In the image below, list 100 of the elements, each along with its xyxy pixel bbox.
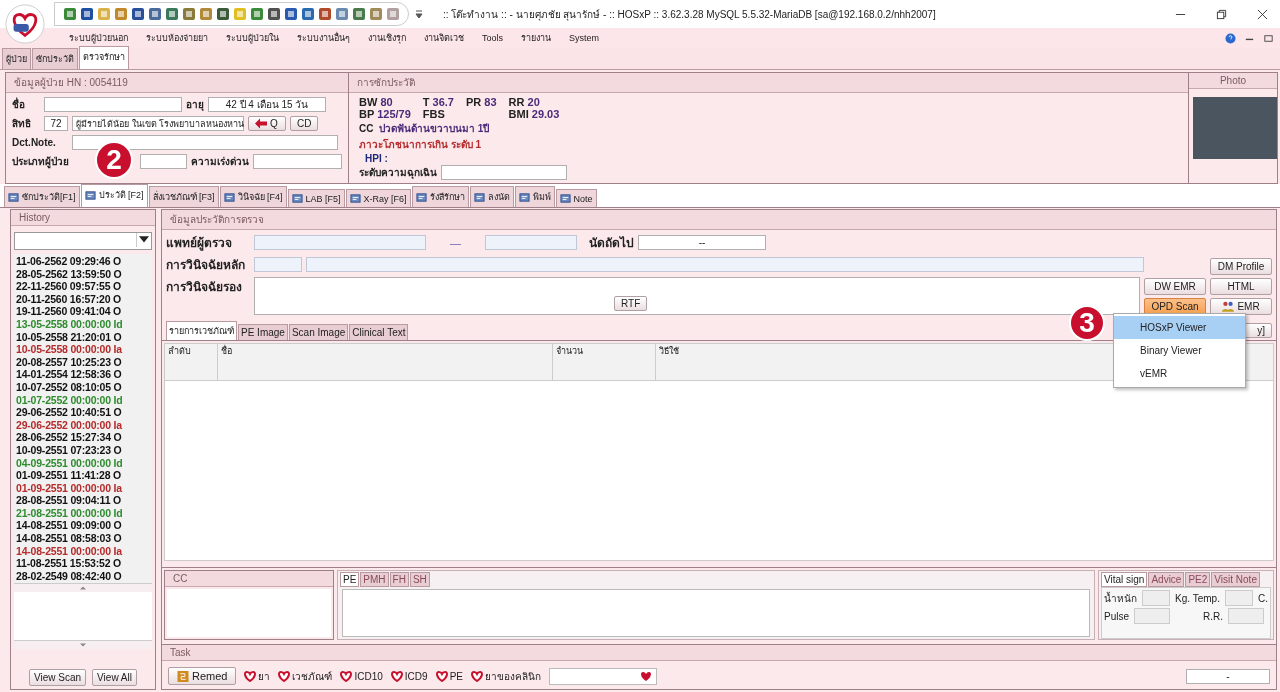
restore-icon[interactable]	[1216, 8, 1227, 20]
vital-tab[interactable]: Vital sign	[1101, 572, 1148, 587]
toolbar-icon[interactable]	[216, 7, 230, 21]
visit-tab[interactable]: วินิจฉัย [F4]	[219, 186, 287, 207]
patient-type-field[interactable]	[139, 154, 187, 169]
toolbar-icon[interactable]	[131, 7, 145, 21]
urgency-field[interactable]	[252, 154, 342, 169]
toolbar-icon[interactable]	[335, 7, 349, 21]
toolbar-icon[interactable]	[284, 7, 298, 21]
toolbar-icon[interactable]	[148, 7, 162, 21]
task-dropdown[interactable]	[548, 667, 657, 685]
close-icon[interactable]	[1257, 8, 1268, 20]
appointment-field[interactable]: --	[638, 235, 766, 250]
history-entry[interactable]: 22-11-2560 09:57:55 O	[16, 280, 150, 293]
history-entry[interactable]: 14-08-2551 08:58:03 O	[16, 532, 150, 545]
menu-item[interactable]: ระบบผู้ป่วยนอก	[60, 31, 137, 45]
history-button[interactable]: View All	[92, 669, 137, 686]
dw-emr-button[interactable]: DW EMR	[1144, 278, 1206, 295]
q-button[interactable]: Q	[248, 116, 286, 131]
rtf-button[interactable]: RTF	[614, 296, 648, 311]
history-entry[interactable]: 01-07-2552 00:00:00 Id	[16, 393, 150, 407]
vital-tab[interactable]: PE2	[1185, 572, 1211, 587]
toolbar-icon[interactable]	[267, 7, 281, 21]
history-entry[interactable]: 04-09-2551 00:00:00 Id	[16, 456, 150, 470]
toolbar-icon[interactable]	[318, 7, 332, 21]
history-entry[interactable]: 20-11-2560 16:57:20 O	[16, 292, 150, 306]
order-tab[interactable]: PE Image	[238, 324, 288, 340]
history-button[interactable]: View Scan	[29, 669, 87, 686]
order-tab[interactable]: Clinical Text	[349, 324, 409, 340]
pe-tab[interactable]: FH	[389, 572, 409, 587]
history-entry[interactable]: 01-09-2551 00:00:00 Ia	[16, 481, 150, 495]
visit-tab[interactable]: LAB [F5]	[287, 189, 345, 207]
visit-tab[interactable]: Note	[555, 189, 597, 207]
module-tab[interactable]: ตรวจรักษา	[79, 46, 129, 69]
column-header[interactable]: ลำดับ	[165, 344, 217, 380]
toolbar-icon[interactable]	[165, 7, 179, 21]
task-value-field[interactable]: -	[1186, 668, 1270, 684]
menu-item[interactable]: HOSxP Viewer	[1114, 316, 1245, 339]
toolbar-icon[interactable]	[182, 7, 196, 21]
history-entry[interactable]: 28-06-2552 15:27:34 O	[16, 431, 150, 444]
toolbar-icon[interactable]	[80, 7, 94, 21]
visit-tab[interactable]: ซักประวัติ[F1]	[4, 186, 80, 207]
scroll-down-icon[interactable]	[80, 643, 86, 648]
dm-profile-button[interactable]: DM Profile	[1210, 258, 1272, 275]
weight-field[interactable]	[1142, 590, 1171, 606]
history-entry[interactable]: 13-05-2558 00:00:00 Id	[16, 317, 150, 331]
diagnosis-code-field[interactable]	[254, 257, 302, 272]
doctor-code-field[interactable]	[485, 235, 577, 250]
visit-tab[interactable]: ประวัติ [F2]	[80, 184, 148, 207]
visit-tab[interactable]: รังสีรักษา	[411, 186, 469, 207]
pulse-field[interactable]	[1134, 608, 1170, 624]
pe-tab[interactable]: PE	[340, 572, 360, 587]
vital-tab[interactable]: Visit Note	[1211, 572, 1260, 587]
history-entry[interactable]: 19-11-2560 09:41:04 O	[16, 305, 150, 318]
menu-item[interactable]: ระบบผู้ป่วยใน	[217, 31, 288, 45]
pe-text-field[interactable]	[342, 589, 1090, 637]
order-tab[interactable]: รายการเวชภัณฑ์	[166, 321, 237, 340]
history-entry[interactable]: 11-06-2562 09:29:46 O	[16, 255, 150, 268]
task-link[interactable]: เวชภัณฑ์	[278, 668, 333, 684]
menu-item[interactable]: รายงาน	[512, 31, 560, 45]
history-entry[interactable]: 10-09-2551 07:23:23 O	[16, 443, 150, 457]
module-tab[interactable]: ซักประวัติ	[32, 48, 78, 69]
visit-tab[interactable]: ลงนัด	[469, 186, 514, 207]
history-entry[interactable]: 10-05-2558 21:20:01 O	[16, 330, 150, 344]
column-header[interactable]: จำนวน	[552, 344, 655, 380]
right-code-field[interactable]: 72	[44, 116, 68, 131]
task-link[interactable]: ยาของคลินิก	[470, 668, 541, 684]
doctor-field[interactable]	[254, 235, 426, 250]
task-link[interactable]: ICD9	[390, 670, 428, 682]
right-name-field[interactable]: ผู้มีรายได้น้อย ในเขต โรงพยาบาลหนองหาน	[72, 116, 244, 131]
history-entry[interactable]: 20-08-2557 10:25:23 O	[16, 355, 150, 369]
column-header[interactable]: ชื่อ	[217, 344, 552, 380]
remed-button[interactable]: Remed	[168, 667, 237, 685]
diagnosis-name-field[interactable]	[306, 257, 1144, 272]
menu-item[interactable]: งานเชิงรุก	[359, 31, 415, 45]
toolbar-icon[interactable]	[301, 7, 315, 21]
history-entry[interactable]: 21-08-2551 00:00:00 Id	[16, 506, 150, 520]
html-button[interactable]: HTML	[1210, 278, 1272, 295]
history-entry[interactable]: 10-07-2552 08:10:05 O	[16, 380, 150, 394]
history-entry[interactable]: 29-06-2552 00:00:00 Ia	[16, 418, 150, 432]
history-filter-dropdown[interactable]	[14, 232, 152, 250]
menu-item[interactable]: ระบบงานอื่นๆ	[288, 31, 359, 45]
vital-tab[interactable]: Advice	[1148, 572, 1185, 587]
history-entry[interactable]: 11-08-2551 15:53:52 O	[16, 557, 150, 570]
visit-tab[interactable]: สั่งเวชภัณฑ์ [F3]	[148, 186, 219, 207]
history-entry[interactable]: 10-05-2558 00:00:00 Ia	[16, 343, 150, 356]
history-entry[interactable]: 14-08-2551 09:09:00 O	[16, 519, 150, 533]
task-link[interactable]: ยา	[244, 668, 271, 684]
toolbar-icon[interactable]	[352, 7, 366, 21]
history-entry[interactable]: 29-06-2552 10:40:51 O	[16, 406, 150, 419]
toolbar-icon[interactable]	[369, 7, 383, 21]
history-entry[interactable]: 28-02-2549 08:42:40 O	[16, 569, 150, 583]
emergency-field[interactable]	[441, 165, 567, 180]
rr-field[interactable]	[1228, 608, 1264, 624]
visit-tab[interactable]: X-Ray [F6]	[345, 189, 411, 207]
note-field[interactable]	[72, 135, 338, 150]
history-entry[interactable]: 14-08-2551 00:00:00 Ia	[16, 544, 150, 558]
age-field[interactable]: 42 ปี 4 เดือน 15 วัน	[208, 97, 326, 112]
help-icon[interactable]	[1225, 32, 1236, 44]
menu-item[interactable]: vEMR	[1114, 362, 1245, 385]
